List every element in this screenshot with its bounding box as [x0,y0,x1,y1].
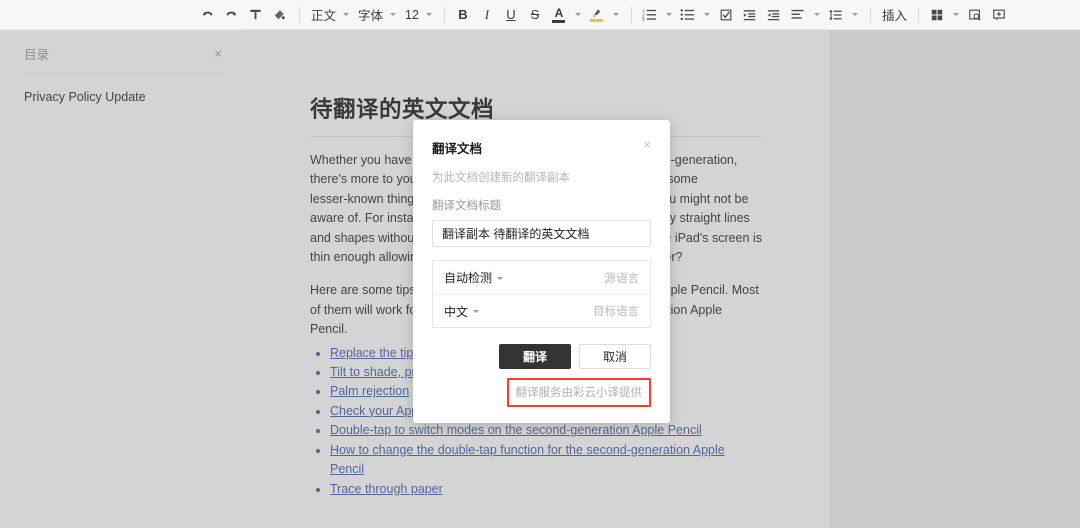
highlight-color-swatch [590,19,604,22]
document-link[interactable]: Trace through paper [330,482,443,496]
outline-title: 目录 [24,48,50,62]
font-size-dropdown[interactable]: 12 [401,8,437,22]
align-icon[interactable] [787,4,809,26]
source-language-label: 源语言 [604,272,640,285]
chevron-down-icon[interactable] [665,13,672,16]
underline-button[interactable]: U [500,4,522,26]
indent-increase-icon[interactable] [739,4,761,26]
language-selector-group: 自动检测 源语言 中文 目标语言 [432,260,651,328]
dialog-subtitle: 为此文档创建新的翻译副本 [432,172,570,184]
ordered-list-icon[interactable]: 123 [639,4,661,26]
highlight-color-button[interactable] [586,4,608,26]
toolbar-divider [299,6,300,23]
redo-icon[interactable] [220,4,242,26]
chevron-down-icon[interactable] [851,13,858,16]
undo-icon[interactable] [196,4,218,26]
dialog-title: 翻译文档 [432,142,483,156]
strikethrough-button[interactable]: S [524,4,546,26]
format-painter-icon[interactable] [268,4,290,26]
text-color-button[interactable]: A [548,4,570,26]
font-family-dropdown[interactable]: 字体 [354,5,401,24]
translate-document-dialog: 翻译文档 × 为此文档创建新的翻译副本 翻译文档标题 自动检测 源语言 中文 目… [413,120,670,423]
toolbar-divider [443,6,445,23]
chevron-down-icon [473,310,480,313]
insert-label: 插入 [881,9,907,23]
document-link[interactable]: Palm rejection [330,384,409,398]
toolbar-divider [869,6,871,23]
chevron-down-icon [343,13,350,16]
clear-format-icon[interactable] [244,4,266,26]
highlighter-icon [591,7,603,18]
target-language-dropdown[interactable]: 中文 [444,303,480,320]
document-link[interactable]: How to change the double‑tap function fo… [330,443,725,476]
insert-menu[interactable]: 插入 [878,5,911,24]
svg-text:3: 3 [643,17,646,21]
close-icon[interactable]: × [643,138,651,151]
outline-header: 目录 × [24,44,222,74]
source-language-value: 自动检测 [444,271,493,285]
editor-toolbar: 正文 字体 12 B I U S A 123 插入 [0,0,1080,30]
sidebar-item-privacy-policy-update[interactable]: Privacy Policy Update [24,90,222,104]
close-icon[interactable]: × [214,47,222,60]
source-language-row[interactable]: 自动检测 源语言 [433,261,650,294]
chevron-down-icon[interactable] [612,13,619,16]
source-language-dropdown[interactable]: 自动检测 [444,269,504,286]
document-link[interactable]: Double‑tap to switch modes on the second… [330,423,702,437]
target-language-row[interactable]: 中文 目标语言 [433,294,650,327]
font-family-label: 字体 [358,9,384,23]
comment-icon[interactable] [988,4,1010,26]
chevron-down-icon[interactable] [574,13,581,16]
table-icon[interactable] [926,4,948,26]
chevron-down-icon [390,13,397,16]
app-root: 正文 字体 12 B I U S A 123 插入 目录 × Privacy P… [0,0,1080,528]
chevron-down-icon [497,276,504,280]
list-item[interactable]: Double‑tap to switch modes on the second… [330,421,762,440]
chevron-down-icon[interactable] [952,13,959,16]
translated-title-input[interactable] [432,220,651,247]
text-color-swatch [552,19,566,23]
chevron-down-icon[interactable] [813,13,820,16]
chevron-down-icon[interactable] [703,13,710,16]
bullet-list-icon[interactable] [677,4,699,26]
list-item[interactable]: How to change the double‑tap function fo… [330,441,762,480]
title-field-label: 翻译文档标题 [432,200,501,212]
italic-button[interactable]: I [476,4,498,26]
cancel-button[interactable]: 取消 [579,344,651,369]
toolbar-divider [917,6,919,23]
paragraph-style-dropdown[interactable]: 正文 [307,5,354,24]
target-language-label: 目标语言 [593,306,639,318]
list-item[interactable]: Trace through paper [330,480,762,499]
outline-sidebar: 目录 × Privacy Policy Update [0,30,242,528]
paragraph-style-label: 正文 [311,9,337,23]
chevron-down-icon [425,13,432,16]
document-link[interactable]: Replace the tip [330,346,413,360]
target-language-value: 中文 [444,304,469,319]
translate-button[interactable]: 翻译 [499,344,571,369]
translation-provider-text: 翻译服务由彩云小译提供 [515,387,643,399]
indent-decrease-icon[interactable] [763,4,785,26]
dialog-footer: 翻译服务由彩云小译提供 [432,378,651,407]
text-color-glyph: A [554,5,564,20]
dialog-header: 翻译文档 × [432,138,651,157]
line-spacing-icon[interactable] [825,4,847,26]
font-size-label: 12 [405,7,419,22]
translation-provider-highlight: 翻译服务由彩云小译提供 [506,378,651,407]
image-icon[interactable] [964,4,986,26]
dialog-actions: 翻译 取消 [432,344,651,369]
bold-button[interactable]: B [452,4,474,26]
toolbar-divider [630,6,632,23]
checklist-icon[interactable] [715,4,737,26]
